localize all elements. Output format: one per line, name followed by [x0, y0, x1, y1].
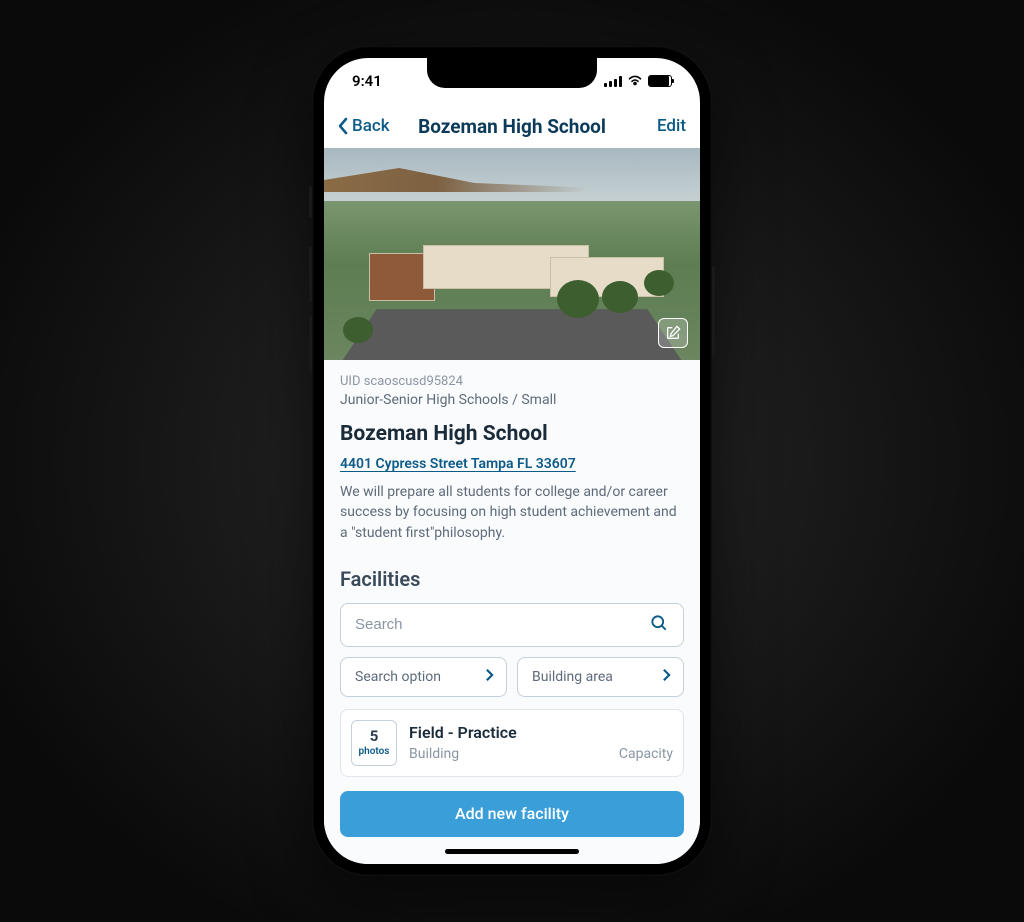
side-button — [309, 186, 312, 218]
power-button — [712, 266, 715, 356]
filter-label: Building area — [532, 669, 613, 685]
battery-icon — [648, 75, 672, 87]
volume-down-button — [309, 316, 312, 372]
uid-text: UID scaoscusd95824 — [340, 374, 684, 389]
category-text: Junior-Senior High Schools / Small — [340, 392, 684, 408]
facility-card[interactable]: 5 photos Field - Practice Building Capac… — [340, 709, 684, 777]
photo-count: 5 — [370, 729, 379, 744]
filter-building-area[interactable]: Building area — [517, 657, 684, 697]
content: UID scaoscusd95824 Junior-Senior High Sc… — [324, 360, 700, 864]
facility-type-label: Building — [409, 746, 459, 762]
phone-frame: 9:41 Back Bozeman High School Edit — [312, 46, 712, 876]
add-facility-button[interactable]: Add new facility — [340, 791, 684, 837]
hero-image — [324, 148, 700, 360]
home-indicator[interactable] — [445, 849, 579, 854]
volume-up-button — [309, 246, 312, 302]
search-icon — [649, 613, 669, 637]
nav-title: Bozeman High School — [418, 115, 606, 138]
photo-count-label: photos — [359, 746, 390, 757]
screen: 9:41 Back Bozeman High School Edit — [324, 58, 700, 864]
facility-info: Field - Practice Building Capacity — [409, 720, 673, 766]
back-label: Back — [352, 116, 390, 136]
search-box[interactable] — [340, 603, 684, 647]
school-name: Bozeman High School — [340, 422, 684, 446]
edit-photo-button[interactable] — [658, 318, 688, 348]
facility-name: Field - Practice — [409, 723, 673, 742]
edit-button[interactable]: Edit — [657, 116, 686, 136]
status-time: 9:41 — [352, 72, 382, 90]
notch — [427, 58, 597, 88]
filter-row: Search option Building area — [340, 657, 684, 697]
back-button[interactable]: Back — [338, 116, 390, 136]
nav-bar: Back Bozeman High School Edit — [324, 104, 700, 148]
cellular-icon — [604, 76, 622, 87]
facility-capacity-label: Capacity — [619, 746, 673, 762]
filter-search-option[interactable]: Search option — [340, 657, 507, 697]
facilities-heading: Facilities — [340, 567, 684, 591]
pencil-square-icon — [665, 325, 681, 341]
photo-count-badge: 5 photos — [351, 720, 397, 766]
address-link[interactable]: 4401 Cypress Street Tampa FL 33607 — [340, 456, 684, 472]
chevron-right-icon — [662, 668, 671, 686]
search-input[interactable] — [355, 616, 649, 633]
facility-meta: Building Capacity — [409, 746, 673, 762]
chevron-left-icon — [338, 117, 348, 135]
filter-label: Search option — [355, 669, 441, 685]
chevron-right-icon — [485, 668, 494, 686]
description-text: We will prepare all students for college… — [340, 482, 684, 543]
wifi-icon — [627, 72, 643, 90]
status-indicators — [604, 72, 672, 90]
